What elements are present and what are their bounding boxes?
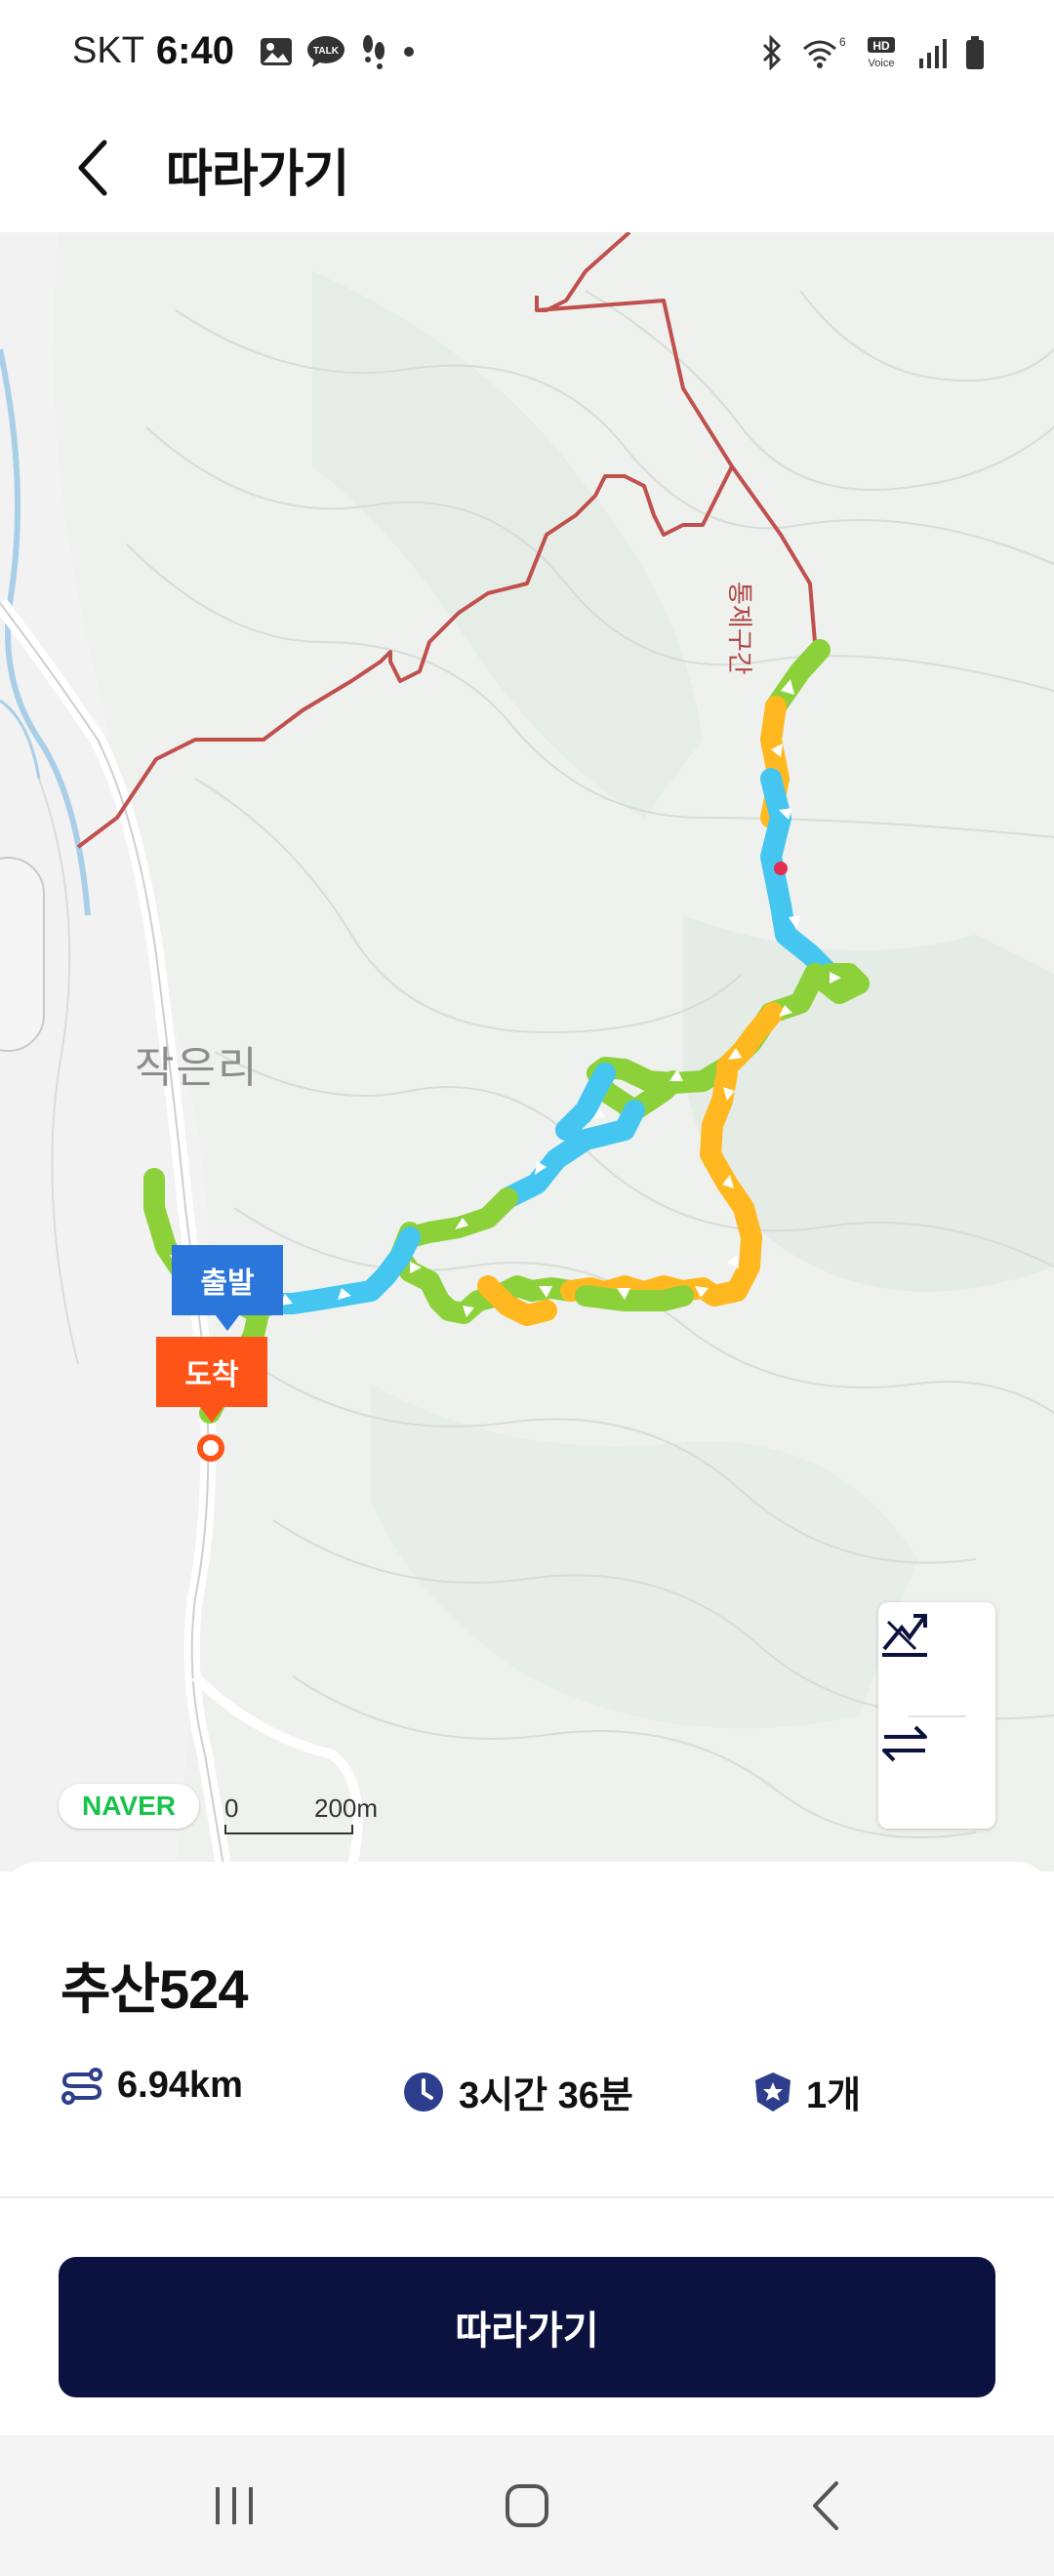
scale-zero: 0 [224, 1793, 239, 1823]
duration-stat: 3시간 36분 [402, 2065, 633, 2118]
side-tab[interactable] [0, 857, 45, 1052]
page-title: 따라가기 [166, 146, 349, 203]
signal-icon [919, 39, 947, 68]
kakaotalk-icon: TALK [306, 35, 345, 67]
hd-voice-icon: HD Voice [868, 37, 895, 69]
duration-value: 3시간 36분 [459, 2075, 633, 2116]
dot-icon [403, 46, 414, 57]
clock: 6:40 [155, 29, 234, 72]
hd-voice-top: HD [872, 39, 890, 53]
reverse-route-button[interactable] [878, 1717, 995, 1825]
distance-stat: 6.94km [61, 2065, 243, 2107]
bluetooth-icon [762, 35, 782, 70]
elevation-chart-icon [882, 1614, 927, 1657]
place-label: 작은리 [135, 1044, 260, 1092]
wifi-badge: 6 [839, 35, 845, 49]
elevation-button[interactable] [878, 1608, 995, 1715]
follow-button[interactable]: 따라가기 [59, 2257, 995, 2397]
status-bar: SKT 6:40 TALK 6 HD Voice [0, 0, 1054, 107]
route-stats: 6.94km 3시간 36분 1개 [61, 2065, 1036, 2123]
restricted-area-label: 통제구간 [725, 582, 754, 675]
recent-apps-button[interactable] [176, 2465, 293, 2547]
home-button[interactable] [468, 2465, 586, 2547]
system-nav-bar [0, 2435, 1054, 2576]
sheet-divider [0, 2196, 1054, 2198]
carrier-label: SKT [72, 30, 144, 71]
recent-apps-icon [216, 2487, 253, 2524]
distance-value: 6.94km [117, 2065, 243, 2106]
star-badge-icon [755, 2072, 790, 2112]
scale-length: 200m [314, 1793, 379, 1823]
route-name: 추산524 [61, 1958, 248, 2020]
app-header: 따라가기 [0, 107, 1054, 232]
route-info-sheet: 추산524 6.94km 3시간 36분 1개 따라가기 [0, 1862, 1054, 2439]
clock-icon [404, 2072, 443, 2112]
map-controls [878, 1602, 995, 1829]
waypoints-stat: 1개 [753, 2065, 861, 2118]
hd-voice-bottom: Voice [869, 58, 895, 69]
kakaotalk-label: TALK [313, 46, 340, 57]
end-pin[interactable]: 도착 [156, 1337, 267, 1423]
chevron-left-icon [78, 140, 107, 196]
wifi-icon: 6 [803, 35, 845, 68]
naver-logo: NAVER [59, 1784, 199, 1829]
route-map[interactable]: 작은리 통제구간 출발 도착 NAVER 0 200m [0, 232, 1054, 1872]
route-icon [61, 2067, 102, 2105]
scale-bar [224, 1825, 353, 1834]
waypoints-value: 1개 [806, 2075, 862, 2116]
gallery-icon [260, 37, 292, 65]
footsteps-icon [362, 34, 385, 69]
battery-icon [966, 36, 984, 69]
system-back-button[interactable] [767, 2465, 884, 2547]
back-button[interactable] [59, 129, 127, 207]
start-pin[interactable]: 출발 [172, 1245, 283, 1331]
reverse-direction-icon [882, 1725, 927, 1762]
back-icon [813, 2481, 838, 2530]
home-icon [506, 2484, 548, 2527]
